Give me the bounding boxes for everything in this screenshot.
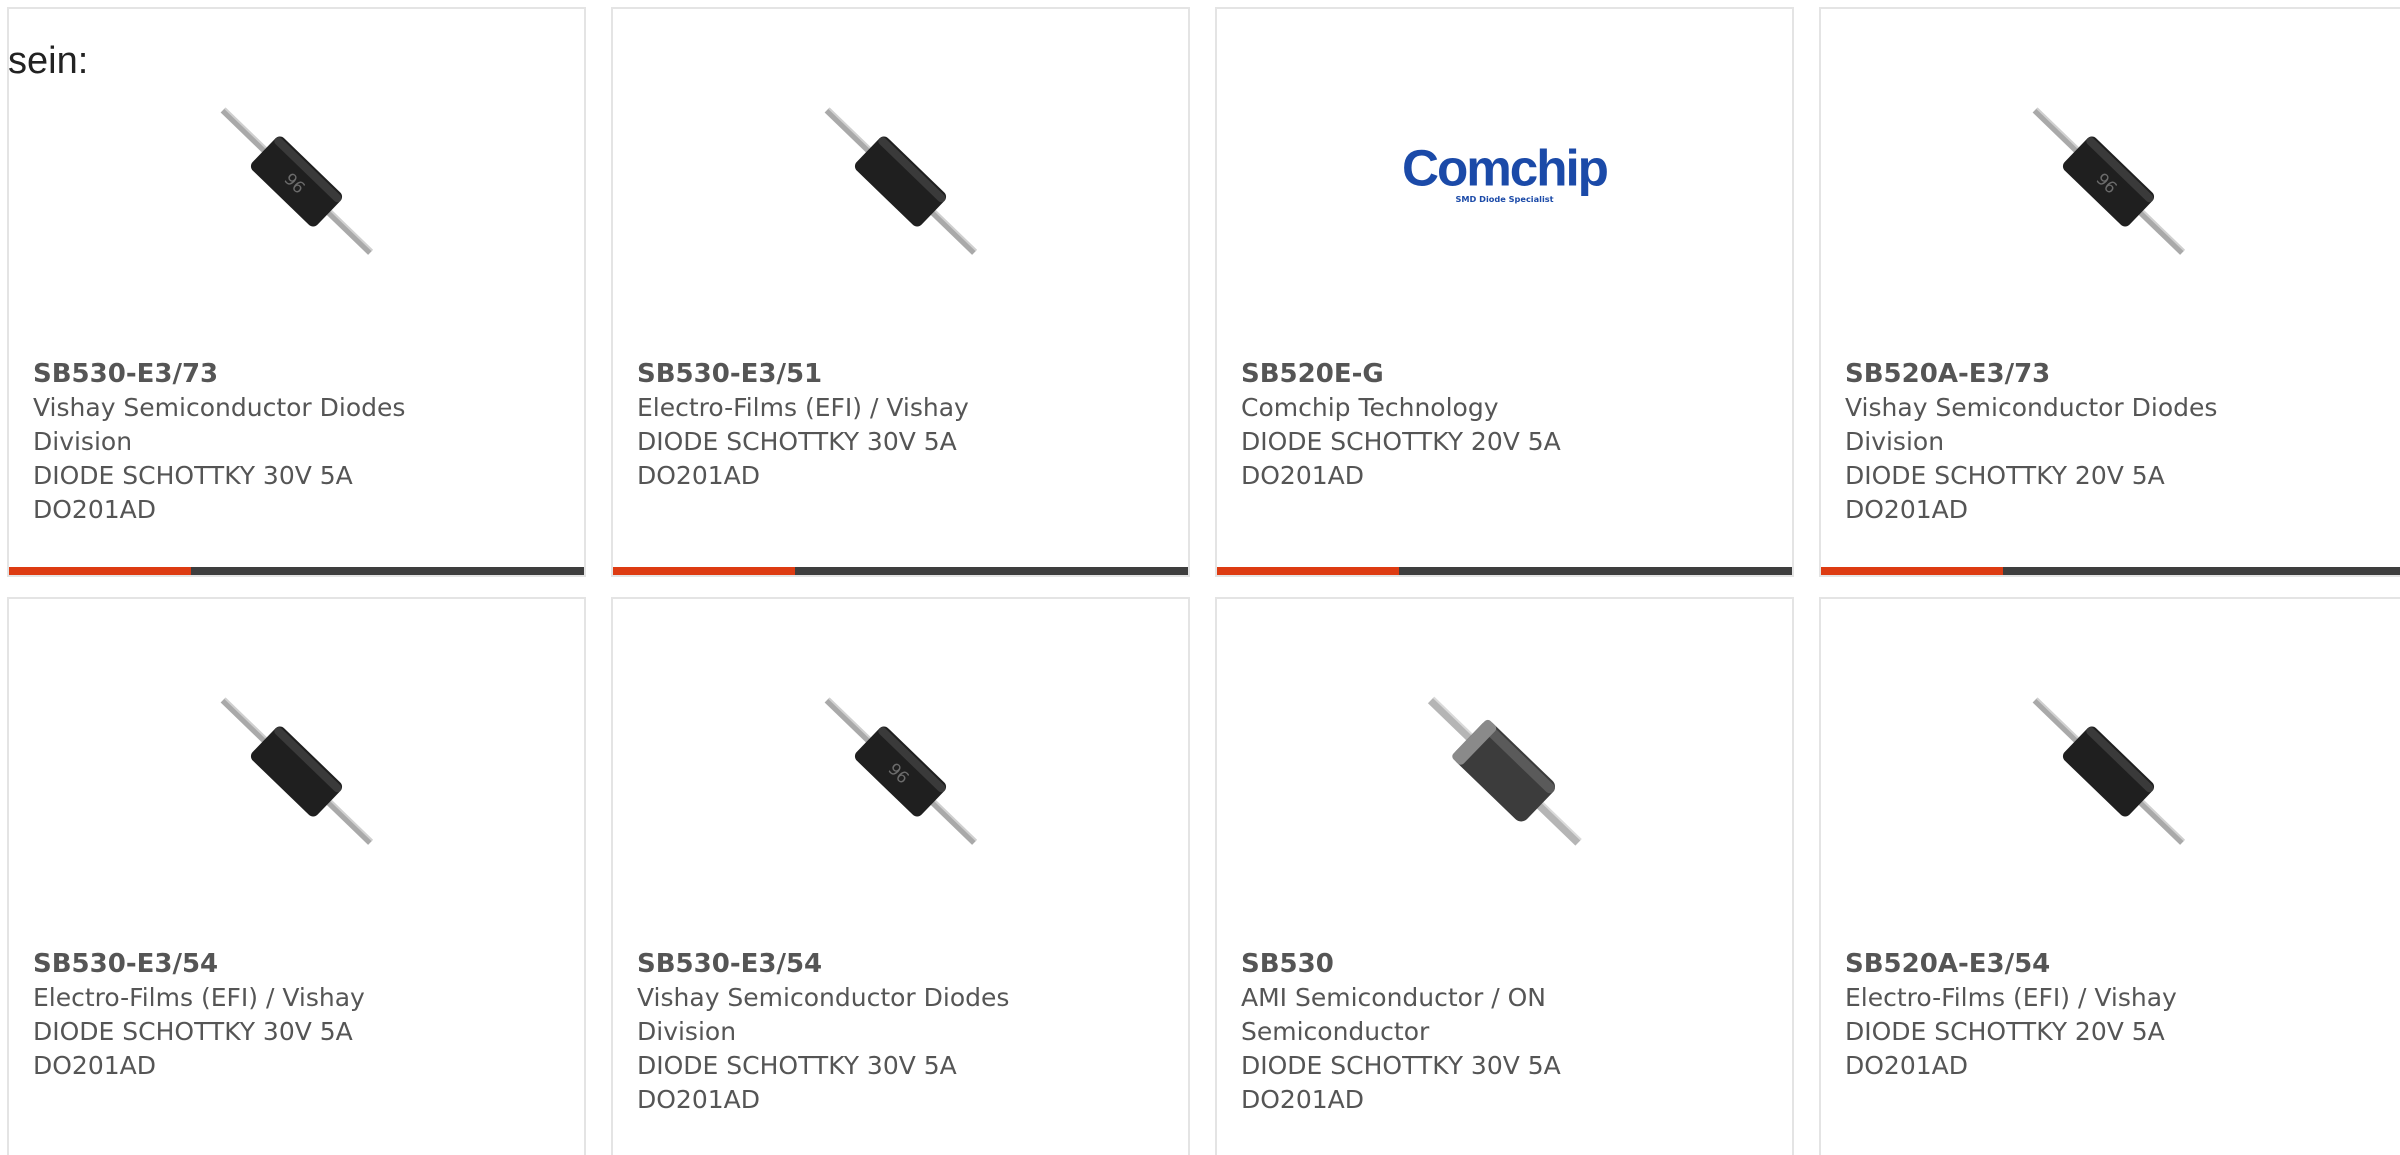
- product-image[interactable]: 96: [798, 669, 1003, 874]
- diode-icon: [824, 107, 978, 255]
- description: DIODE SCHOTTKY 20V 5A DO201AD: [1241, 427, 1561, 490]
- product-card[interactable]: SB520A-E3/54 Electro-Films (EFI) / Visha…: [1819, 597, 2400, 1155]
- card-bar-accent: [1217, 567, 1399, 575]
- manufacturer: Electro-Films (EFI) / Vishay: [1845, 983, 2177, 1012]
- manufacturer: Vishay Semiconductor Diodes Division: [33, 393, 406, 456]
- description: DIODE SCHOTTKY 20V 5A DO201AD: [1845, 461, 2165, 524]
- description: DIODE SCHOTTKY 30V 5A DO201AD: [33, 461, 353, 524]
- product-card[interactable]: Comchip SMD Diode Specialist SB520E-G Co…: [1215, 7, 1794, 577]
- product-image[interactable]: [1402, 669, 1607, 874]
- manufacturer: Vishay Semiconductor Diodes Division: [637, 983, 1010, 1046]
- part-number[interactable]: SB520A-E3/73: [1845, 357, 2387, 391]
- part-number[interactable]: SB530-E3/73: [33, 357, 564, 391]
- diode-icon: 96: [824, 697, 978, 845]
- part-number[interactable]: SB530: [1241, 947, 1772, 981]
- diode-icon: [2032, 697, 2186, 845]
- comchip-logo: Comchip SMD Diode Specialist: [1402, 140, 1607, 204]
- card-bar-accent: [613, 567, 795, 575]
- manufacturer: AMI Semiconductor / ON Semiconductor: [1241, 983, 1546, 1046]
- part-number[interactable]: SB530-E3/54: [33, 947, 564, 981]
- product-image[interactable]: Comchip SMD Diode Specialist: [1402, 79, 1607, 284]
- diode-icon: 96: [2032, 107, 2186, 255]
- description: DIODE SCHOTTKY 30V 5A DO201AD: [1241, 1051, 1561, 1114]
- product-grid: 96 SB530-E3/73 Vishay Semiconductor Diod…: [0, 0, 2400, 1155]
- description: DIODE SCHOTTKY 30V 5A DO201AD: [637, 427, 957, 490]
- product-card[interactable]: 96 SB530-E3/54 Vishay Semiconductor Diod…: [611, 597, 1190, 1155]
- card-bar: [613, 567, 1188, 575]
- card-bar: [1217, 567, 1792, 575]
- product-image[interactable]: [798, 79, 1003, 284]
- product-card[interactable]: SB530-E3/54 Electro-Films (EFI) / Vishay…: [7, 597, 586, 1155]
- diode-icon: [1427, 696, 1582, 846]
- product-image[interactable]: [194, 669, 399, 874]
- diode-icon: [220, 697, 374, 845]
- manufacturer: Vishay Semiconductor Diodes Division: [1845, 393, 2218, 456]
- product-image[interactable]: [2006, 669, 2211, 874]
- svg-text:SMD Diode Specialist: SMD Diode Specialist: [1455, 194, 1553, 204]
- product-card[interactable]: 96 SB520A-E3/73 Vishay Semiconductor Dio…: [1819, 7, 2400, 577]
- product-card[interactable]: SB530-E3/51 Electro-Films (EFI) / Vishay…: [611, 7, 1190, 577]
- product-card[interactable]: 96 SB530-E3/73 Vishay Semiconductor Diod…: [7, 7, 586, 577]
- product-image[interactable]: 96: [194, 79, 399, 284]
- intro-text: sein:: [8, 40, 89, 82]
- description: DIODE SCHOTTKY 30V 5A DO201AD: [637, 1051, 957, 1114]
- description: DIODE SCHOTTKY 20V 5A DO201AD: [1845, 1017, 2165, 1080]
- manufacturer: Comchip Technology: [1241, 393, 1499, 422]
- card-bar-accent: [1821, 567, 2003, 575]
- manufacturer: Electro-Films (EFI) / Vishay: [637, 393, 969, 422]
- card-bar: [9, 567, 584, 575]
- part-number[interactable]: SB530-E3/54: [637, 947, 1168, 981]
- description: DIODE SCHOTTKY 30V 5A DO201AD: [33, 1017, 353, 1080]
- card-bar-accent: [9, 567, 191, 575]
- product-card[interactable]: SB530 AMI Semiconductor / ON Semiconduct…: [1215, 597, 1794, 1155]
- svg-text:Comchip: Comchip: [1402, 140, 1607, 197]
- part-number[interactable]: SB520E-G: [1241, 357, 1772, 391]
- part-number[interactable]: SB520A-E3/54: [1845, 947, 2387, 981]
- diode-icon: 96: [220, 107, 374, 255]
- manufacturer: Electro-Films (EFI) / Vishay: [33, 983, 365, 1012]
- part-number[interactable]: SB530-E3/51: [637, 357, 1168, 391]
- card-bar: [1821, 567, 2400, 575]
- product-image[interactable]: 96: [2006, 79, 2211, 284]
